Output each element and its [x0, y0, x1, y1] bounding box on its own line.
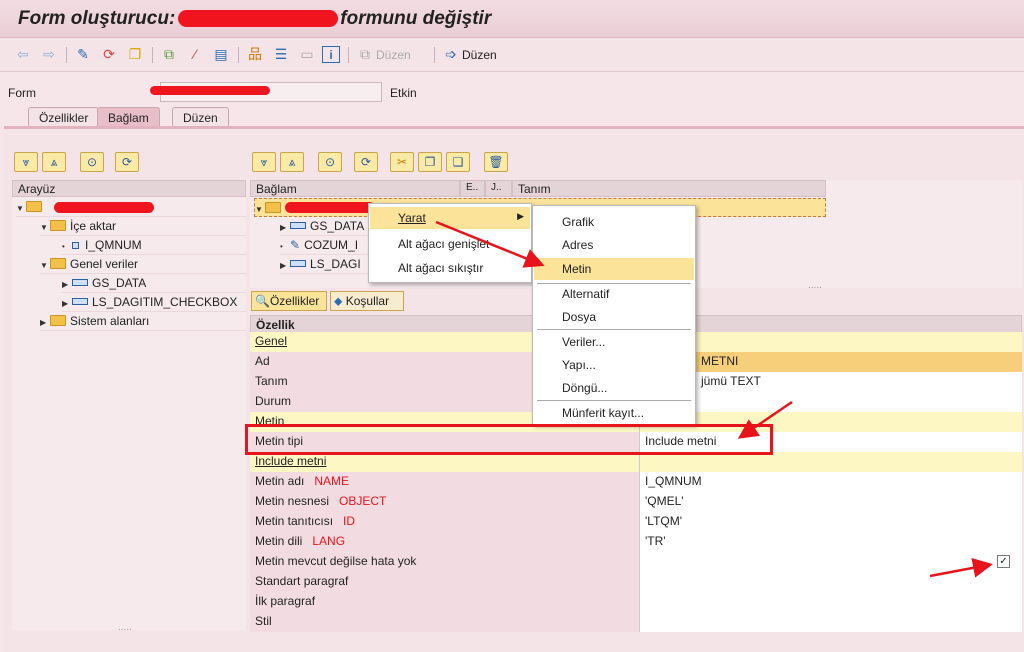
arrow-to-checkbox: [929, 557, 993, 578]
arrow-to-metin-tipi: [737, 400, 793, 439]
annotation-arrows: [435, 220, 993, 578]
arrow-to-metin: [435, 220, 545, 268]
